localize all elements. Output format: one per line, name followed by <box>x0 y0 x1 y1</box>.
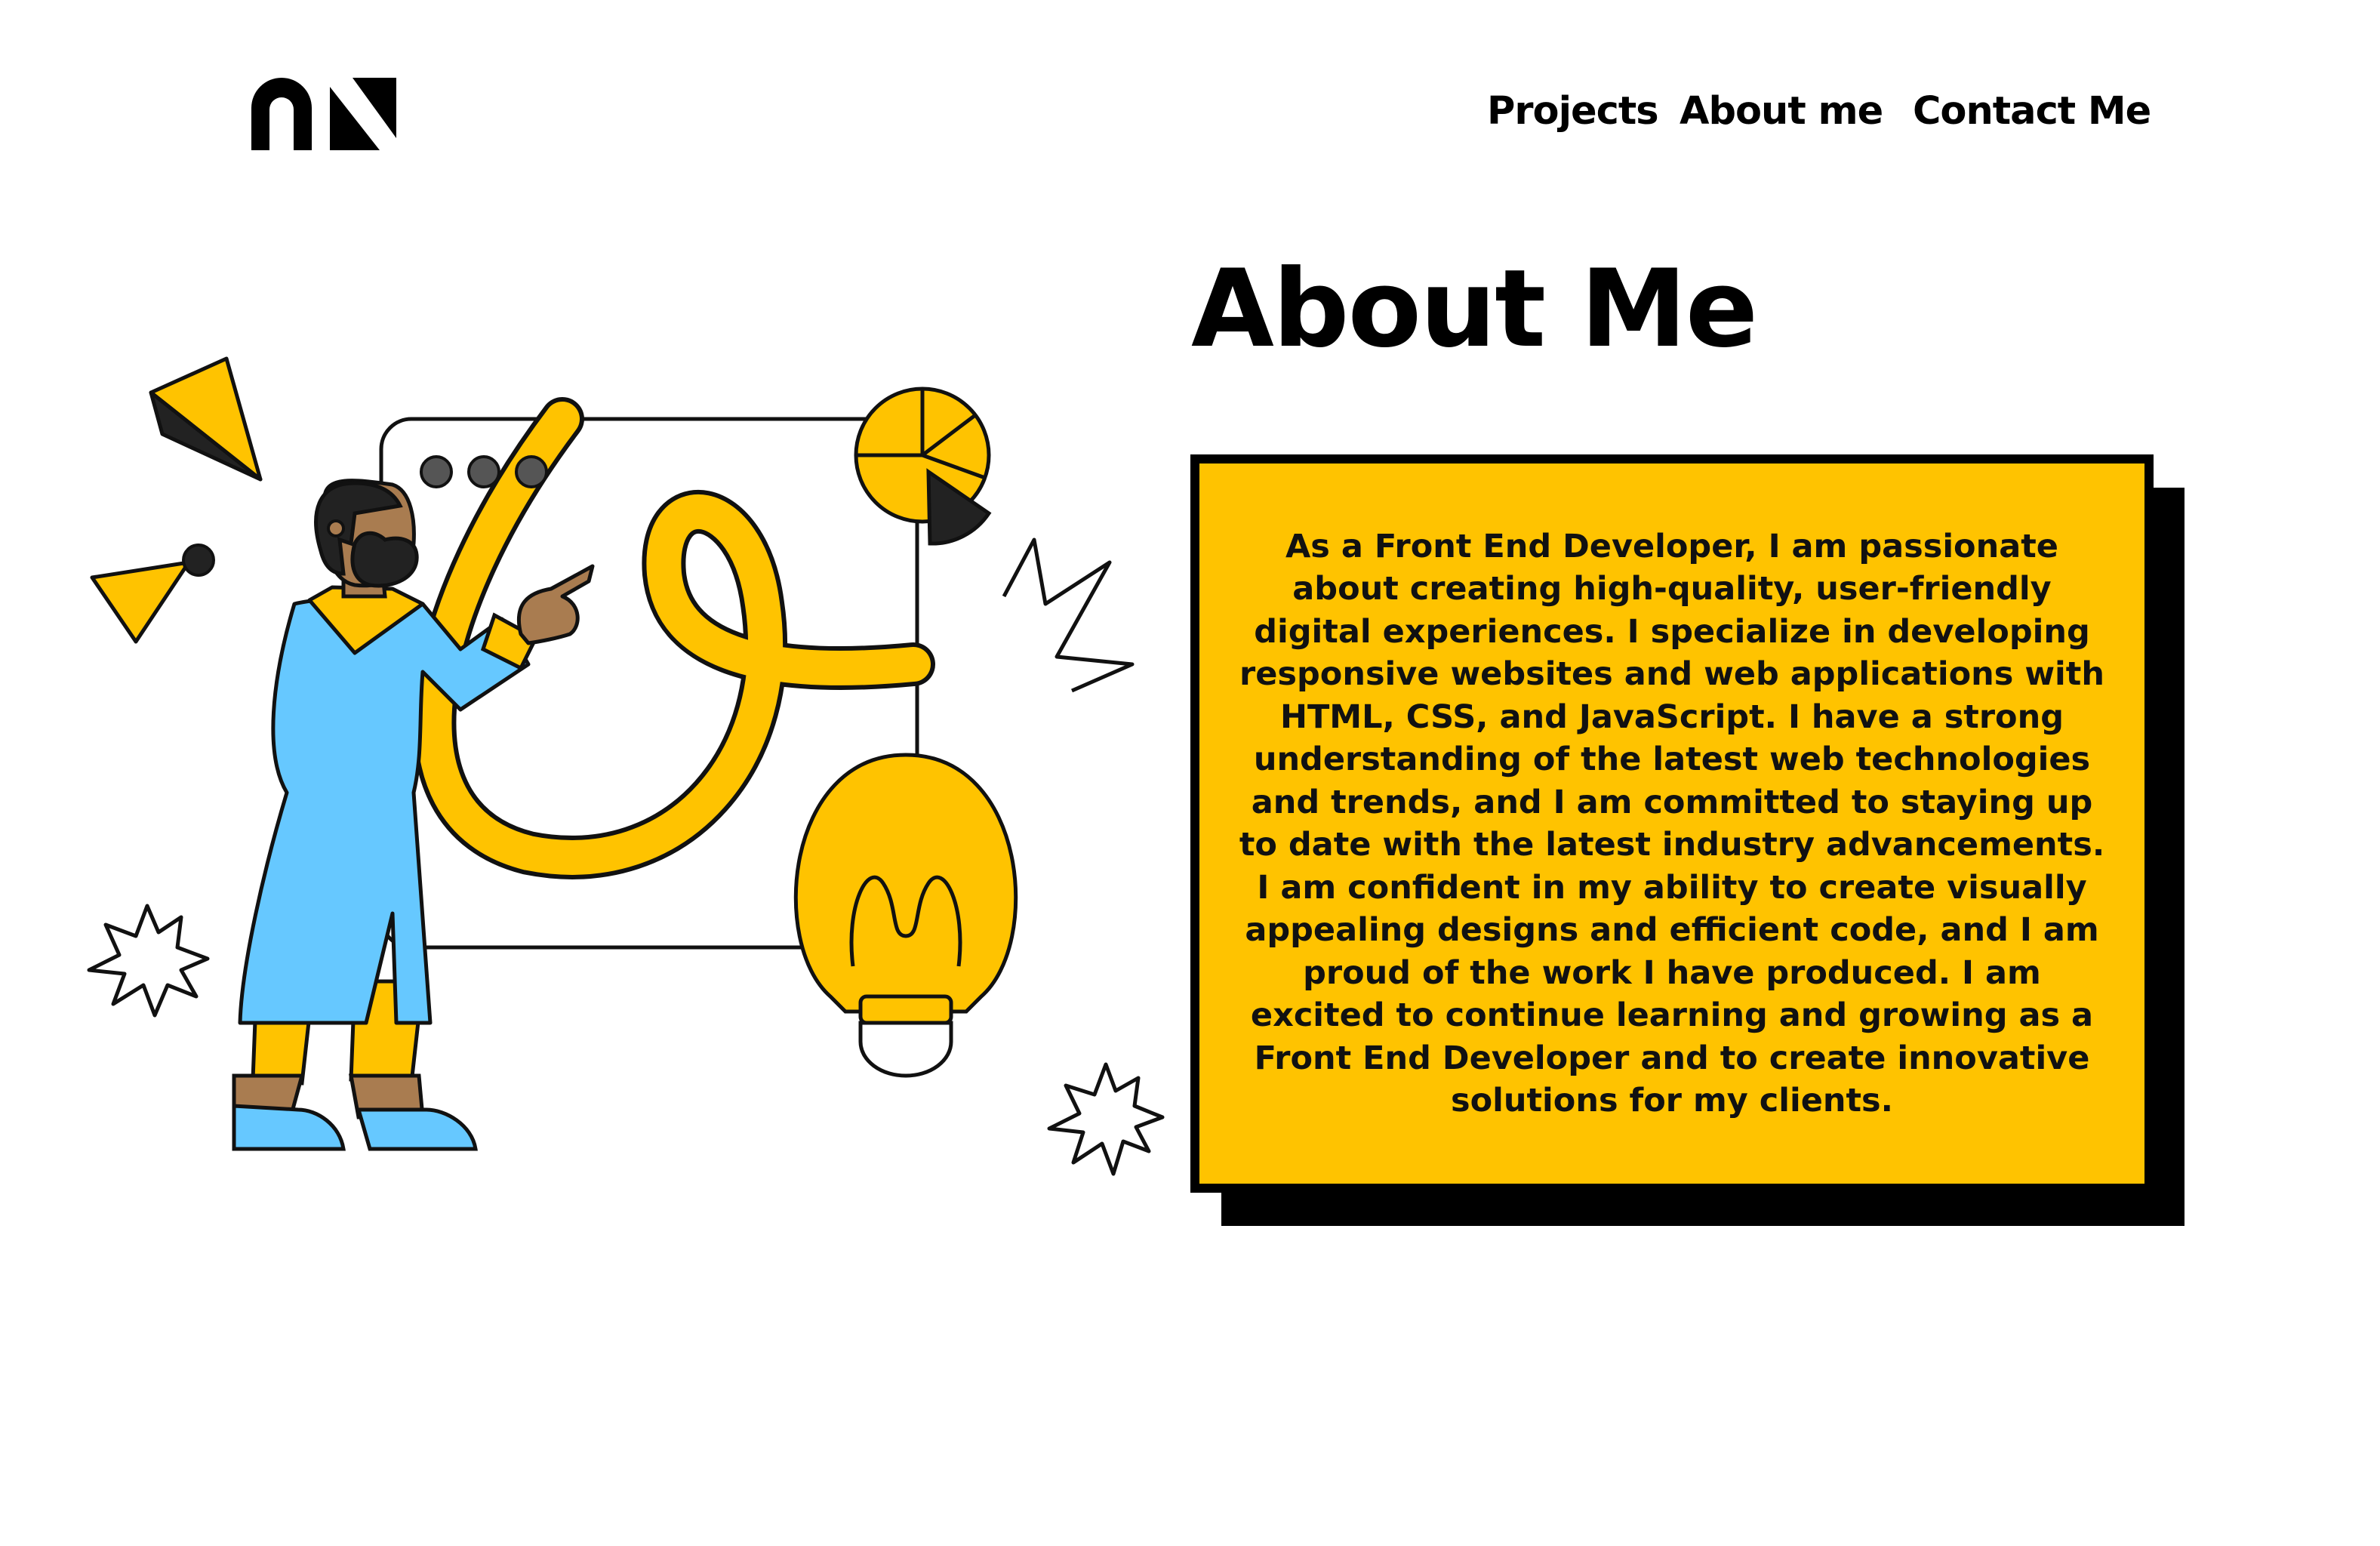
about-card: As a Front End Developer, I am passionat… <box>1190 454 2154 1193</box>
hero-illustration <box>87 356 1165 1176</box>
nav-link-about[interactable]: About me <box>1680 82 1883 142</box>
zigzag-icon <box>1002 537 1135 693</box>
triangle-icon <box>90 356 263 644</box>
main-nav: Projects About me Contact Me <box>0 82 2380 142</box>
lightbulb-icon <box>793 753 1018 1078</box>
nav-link-contact[interactable]: Contact Me <box>1913 82 2151 142</box>
about-body-text: As a Front End Developer, I am passionat… <box>1239 527 2105 1120</box>
page-title: About Me <box>1191 247 1758 371</box>
nav-link-projects[interactable]: Projects <box>1487 82 1659 142</box>
